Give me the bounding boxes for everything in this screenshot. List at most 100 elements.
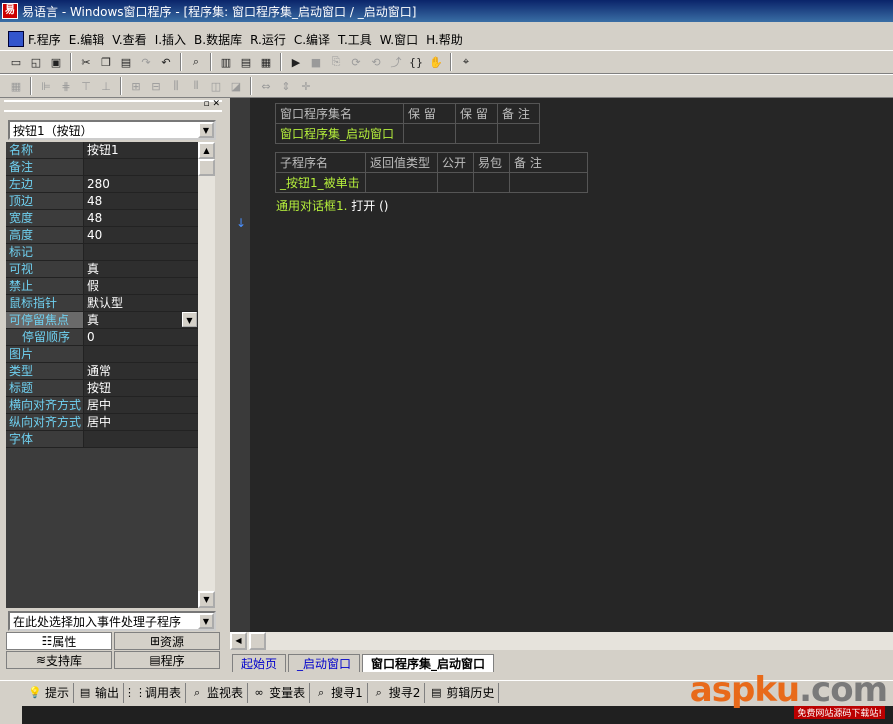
property-row[interactable]: 纵向对齐方式 居中 <box>6 414 198 431</box>
align-left-icon[interactable]: ⊫ <box>36 76 56 96</box>
save-icon[interactable]: ▣ <box>46 52 66 72</box>
assembly-name-cell[interactable]: 窗口程序集_启动窗口 <box>275 123 404 144</box>
property-value[interactable] <box>84 346 198 362</box>
property-row[interactable]: 标题 按钮 <box>6 380 198 397</box>
align-center-icon[interactable]: ⋕ <box>56 76 76 96</box>
property-value[interactable] <box>84 431 198 447</box>
property-value[interactable]: 48 <box>84 210 198 226</box>
menu-insert[interactable]: I.插入 <box>155 31 186 48</box>
copy-icon[interactable]: ❐ <box>96 52 116 72</box>
tab-clip-history[interactable]: ▤ 剪辑历史 <box>425 682 500 703</box>
menu-tools[interactable]: T.工具 <box>338 31 372 48</box>
property-row[interactable]: 左边 280 <box>6 176 198 193</box>
bring-front-icon[interactable]: ◫ <box>206 76 226 96</box>
scroll-left-icon[interactable]: ◀ <box>230 632 247 650</box>
same-width-icon[interactable]: ⊞ <box>126 76 146 96</box>
grid-icon[interactable]: ▦ <box>6 76 26 96</box>
center-h-icon[interactable]: ⇔ <box>256 76 276 96</box>
assembly-row[interactable]: 窗口程序集_启动窗口 <box>275 123 540 144</box>
tab-search2[interactable]: ⌕ 搜寻2 <box>368 682 426 703</box>
menu-help[interactable]: H.帮助 <box>426 31 463 48</box>
binoculars-icon[interactable]: ⌖ <box>456 52 476 72</box>
menu-program[interactable]: F.程序 <box>28 31 61 48</box>
align-top-icon[interactable]: ⊤ <box>76 76 96 96</box>
menu-view[interactable]: V.查看 <box>112 31 146 48</box>
property-value[interactable]: 居中 <box>84 397 198 413</box>
property-row[interactable]: 名称 按钮1 <box>6 142 198 159</box>
property-scrollbar[interactable]: ▲ ▼ <box>198 142 215 608</box>
chevron-down-icon[interactable]: ▼ <box>182 312 197 327</box>
property-row[interactable]: 顶边 48 <box>6 193 198 210</box>
tab-call-stack[interactable]: ⋮⋮ 调用表 <box>124 682 187 703</box>
chevron-down-icon[interactable]: ▼ <box>198 122 214 138</box>
step-into-icon[interactable]: ⟳ <box>346 52 366 72</box>
step-over-icon[interactable]: ⟲ <box>366 52 386 72</box>
assembly-reserve2-cell[interactable] <box>455 123 498 144</box>
property-value[interactable]: 按钮 <box>84 380 198 396</box>
scroll-down-icon[interactable]: ▼ <box>198 591 215 608</box>
tab-properties[interactable]: ☷ 属性 <box>6 632 112 650</box>
sub-name-cell[interactable]: _按钮1_被单击 <box>275 172 366 193</box>
scroll-thumb[interactable] <box>249 632 266 650</box>
property-row[interactable]: 可视真 <box>6 261 198 278</box>
property-row[interactable]: 类型 通常 <box>6 363 198 380</box>
new-file-icon[interactable]: ▭ <box>6 52 26 72</box>
tab-variables[interactable]: ∞ 变量表 <box>248 682 311 703</box>
property-value[interactable]: 280 <box>84 176 198 192</box>
tab-watch[interactable]: ⌕ 监视表 <box>186 682 249 703</box>
menu-database[interactable]: B.数据库 <box>194 31 242 48</box>
event-selector[interactable]: 在此处选择加入事件处理子程序 ▼ <box>8 611 216 631</box>
property-row[interactable]: 停留顺序 0 <box>6 329 198 346</box>
property-row[interactable]: 鼠标指针 默认型 <box>6 295 198 312</box>
layout-2-icon[interactable]: ▤ <box>236 52 256 72</box>
property-value[interactable] <box>84 159 198 175</box>
space-h-icon[interactable]: ⫼ <box>166 76 186 96</box>
tab-startup-window[interactable]: _启动窗口 <box>288 654 361 672</box>
property-value[interactable]: 真 <box>84 261 198 277</box>
sub-epkg-cell[interactable] <box>473 172 510 193</box>
panel-close-icon[interactable]: ▫ ✕ <box>203 99 220 109</box>
code-line[interactable]: 通用对话框1. 打开 () <box>276 197 389 214</box>
code-editor[interactable]: ↓ 窗口程序集名 保 留 保 留 备 注 窗口程序集_启动窗口 子程序名 返回值… <box>230 98 893 650</box>
tab-start-page[interactable]: 起始页 <box>232 654 287 672</box>
scroll-up-icon[interactable]: ▲ <box>198 142 215 159</box>
breakpoint-icon[interactable]: {} <box>406 52 426 72</box>
property-row[interactable]: 字体 <box>6 431 198 448</box>
tab-program[interactable]: ▤ 程序 <box>114 651 220 669</box>
menu-edit[interactable]: E.编辑 <box>69 31 104 48</box>
sub-remark-cell[interactable] <box>509 172 588 193</box>
find-icon[interactable]: ⌕ <box>186 52 206 72</box>
assembly-remark-cell[interactable] <box>497 123 540 144</box>
scroll-thumb[interactable] <box>198 159 215 176</box>
layout-3-icon[interactable]: ▦ <box>256 52 276 72</box>
same-height-icon[interactable]: ⊟ <box>146 76 166 96</box>
property-row[interactable]: 标记 <box>6 244 198 261</box>
document-icon[interactable] <box>8 31 24 47</box>
property-value[interactable]: 0 <box>84 329 198 345</box>
subroutine-row[interactable]: _按钮1_被单击 <box>275 172 588 193</box>
run-icon[interactable]: ▶ <box>286 52 306 72</box>
property-value[interactable]: 真 ▼ <box>84 312 198 328</box>
sub-public-cell[interactable] <box>437 172 474 193</box>
tab-search1[interactable]: ⌕ 搜寻1 <box>310 682 368 703</box>
center-v-icon[interactable]: ⇕ <box>276 76 296 96</box>
step-out-icon[interactable]: ⤴ <box>386 52 406 72</box>
property-row[interactable]: 高度 40 <box>6 227 198 244</box>
property-row[interactable]: 禁止假 <box>6 278 198 295</box>
property-value[interactable] <box>84 244 198 260</box>
property-value[interactable]: 按钮1 <box>84 142 198 158</box>
property-row-selected[interactable]: 可停留焦点真 ▼ <box>6 312 198 329</box>
property-value[interactable]: 48 <box>84 193 198 209</box>
layout-1-icon[interactable]: ▥ <box>216 52 236 72</box>
menu-window[interactable]: W.窗口 <box>380 31 418 48</box>
cut-icon[interactable]: ✂ <box>76 52 96 72</box>
property-value[interactable]: 居中 <box>84 414 198 430</box>
space-v-icon[interactable]: ⫴ <box>186 76 206 96</box>
menu-compile[interactable]: C.编译 <box>294 31 330 48</box>
center-both-icon[interactable]: ✛ <box>296 76 316 96</box>
property-value[interactable]: 40 <box>84 227 198 243</box>
tab-support-lib[interactable]: ≋ 支持库 <box>6 651 112 669</box>
property-row[interactable]: 图片 <box>6 346 198 363</box>
redo-icon[interactable]: ↷ <box>136 52 156 72</box>
chevron-down-icon[interactable]: ▼ <box>198 613 214 629</box>
